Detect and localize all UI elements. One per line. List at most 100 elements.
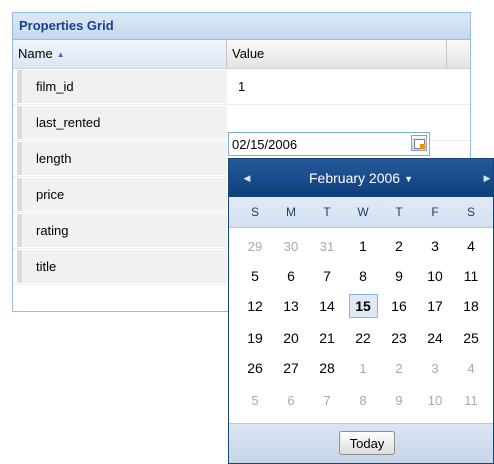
date-number: 27: [283, 360, 299, 376]
date-cell[interactable]: 12: [237, 292, 273, 321]
date-number: 26: [247, 360, 263, 376]
arrow-left-icon[interactable]: ◀: [233, 159, 261, 197]
date-number: 7: [323, 268, 331, 284]
date-cell[interactable]: 11: [453, 386, 489, 415]
date-cell[interactable]: 21: [309, 324, 345, 353]
table-row[interactable]: film_id 1: [13, 69, 470, 105]
date-cell[interactable]: 9: [381, 386, 417, 415]
date-cell[interactable]: 19: [237, 324, 273, 353]
date-number: 6: [287, 393, 295, 408]
arrow-right-icon[interactable]: ▶: [473, 159, 493, 197]
date-number: 22: [355, 330, 371, 346]
date-number: 12: [247, 298, 263, 314]
column-header-filler: [447, 40, 471, 68]
column-header-name[interactable]: Name ▲: [13, 40, 227, 68]
date-picker-footer: Today: [229, 423, 493, 463]
date-number: 19: [247, 330, 263, 346]
date-cell[interactable]: 2: [381, 354, 417, 383]
date-cell[interactable]: 4: [453, 354, 489, 383]
date-cell[interactable]: 1: [345, 354, 381, 383]
date-number: 4: [467, 238, 475, 254]
date-number: 21: [319, 330, 335, 346]
date-cell[interactable]: 27: [273, 354, 309, 383]
date-number: 1: [359, 238, 367, 254]
date-number: 5: [251, 393, 259, 408]
date-cell[interactable]: 8: [345, 386, 381, 415]
date-number: 14: [319, 298, 335, 314]
date-picker-header: ◀ February 2006 ▼ ▶: [229, 159, 493, 197]
calendar-icon[interactable]: [411, 135, 427, 151]
date-cell[interactable]: 6: [273, 262, 309, 291]
date-number: 11: [463, 268, 479, 284]
date-number: 9: [395, 393, 403, 408]
selected-date-cell[interactable]: 15: [345, 292, 381, 321]
date-cell[interactable]: 22: [345, 324, 381, 353]
date-number: 10: [427, 393, 443, 408]
weekday-label: F: [431, 205, 439, 219]
today-button[interactable]: Today: [339, 431, 395, 455]
date-cell[interactable]: 4: [453, 232, 489, 261]
date-cell[interactable]: 3: [417, 232, 453, 261]
date-cell[interactable]: 10: [417, 386, 453, 415]
date-cell[interactable]: 23: [381, 324, 417, 353]
date-picker: ◀ February 2006 ▼ ▶ SMTWTFS 29 30 31 1 2 3 4 5 6 7…: [228, 158, 494, 464]
property-name: film_id: [17, 70, 227, 103]
date-number: 16: [391, 298, 407, 314]
column-header-value[interactable]: Value: [227, 40, 447, 68]
date-editor-field[interactable]: [228, 132, 430, 156]
date-number: 17: [427, 298, 443, 314]
weekday-header: SMTWTFS: [229, 197, 493, 228]
date-cell[interactable]: 31: [309, 232, 345, 261]
date-cell[interactable]: 6: [273, 386, 309, 415]
date-cell[interactable]: 28: [309, 354, 345, 383]
property-name: length: [17, 142, 227, 175]
date-cell[interactable]: 30: [273, 232, 309, 261]
property-value[interactable]: 1: [227, 69, 245, 104]
date-number: 24: [427, 330, 443, 346]
date-number: 3: [431, 361, 439, 376]
date-cell[interactable]: 20: [273, 324, 309, 353]
property-name: title: [17, 250, 227, 283]
date-cell[interactable]: 18: [453, 292, 489, 321]
date-number: 2: [395, 361, 403, 376]
date-cell[interactable]: 17: [417, 292, 453, 321]
date-cell[interactable]: 7: [309, 262, 345, 291]
date-cell[interactable]: 7: [309, 386, 345, 415]
date-cell[interactable]: 2: [381, 232, 417, 261]
date-cell[interactable]: 3: [417, 354, 453, 383]
date-input[interactable]: [229, 133, 412, 155]
date-cell[interactable]: 13: [273, 292, 309, 321]
property-name: last_rented: [17, 106, 227, 139]
weekday-label: S: [466, 205, 475, 219]
date-number: 18: [463, 298, 479, 314]
date-number: 1: [359, 361, 367, 376]
date-cell[interactable]: 14: [309, 292, 345, 321]
chevron-down-icon: ▼: [404, 174, 413, 184]
date-cell[interactable]: 11: [453, 262, 489, 291]
column-header-value-label: Value: [232, 46, 265, 61]
date-cell[interactable]: 5: [237, 386, 273, 415]
column-header-name-label: Name: [18, 46, 53, 61]
date-number: 8: [359, 393, 367, 408]
weekday-label: M: [286, 205, 296, 219]
date-cell[interactable]: 16: [381, 292, 417, 321]
month-selector[interactable]: February 2006 ▼: [271, 159, 451, 198]
date-number: 30: [283, 239, 299, 254]
date-cell[interactable]: 29: [237, 232, 273, 261]
date-cell[interactable]: 9: [381, 262, 417, 291]
date-cell[interactable]: 10: [417, 262, 453, 291]
date-cell[interactable]: 26: [237, 354, 273, 383]
date-cell[interactable]: 1: [345, 232, 381, 261]
date-number: 20: [283, 330, 299, 346]
date-number: 28: [319, 360, 335, 376]
date-number: 10: [427, 268, 443, 284]
date-number: 9: [395, 268, 403, 284]
panel-title: Properties Grid: [13, 13, 470, 40]
date-number: 15: [355, 298, 371, 314]
date-number: 31: [319, 239, 335, 254]
date-cell[interactable]: 8: [345, 262, 381, 291]
date-cell[interactable]: 5: [237, 262, 273, 291]
date-cell[interactable]: 25: [453, 324, 489, 353]
date-cell[interactable]: 24: [417, 324, 453, 353]
property-name: price: [17, 178, 227, 211]
